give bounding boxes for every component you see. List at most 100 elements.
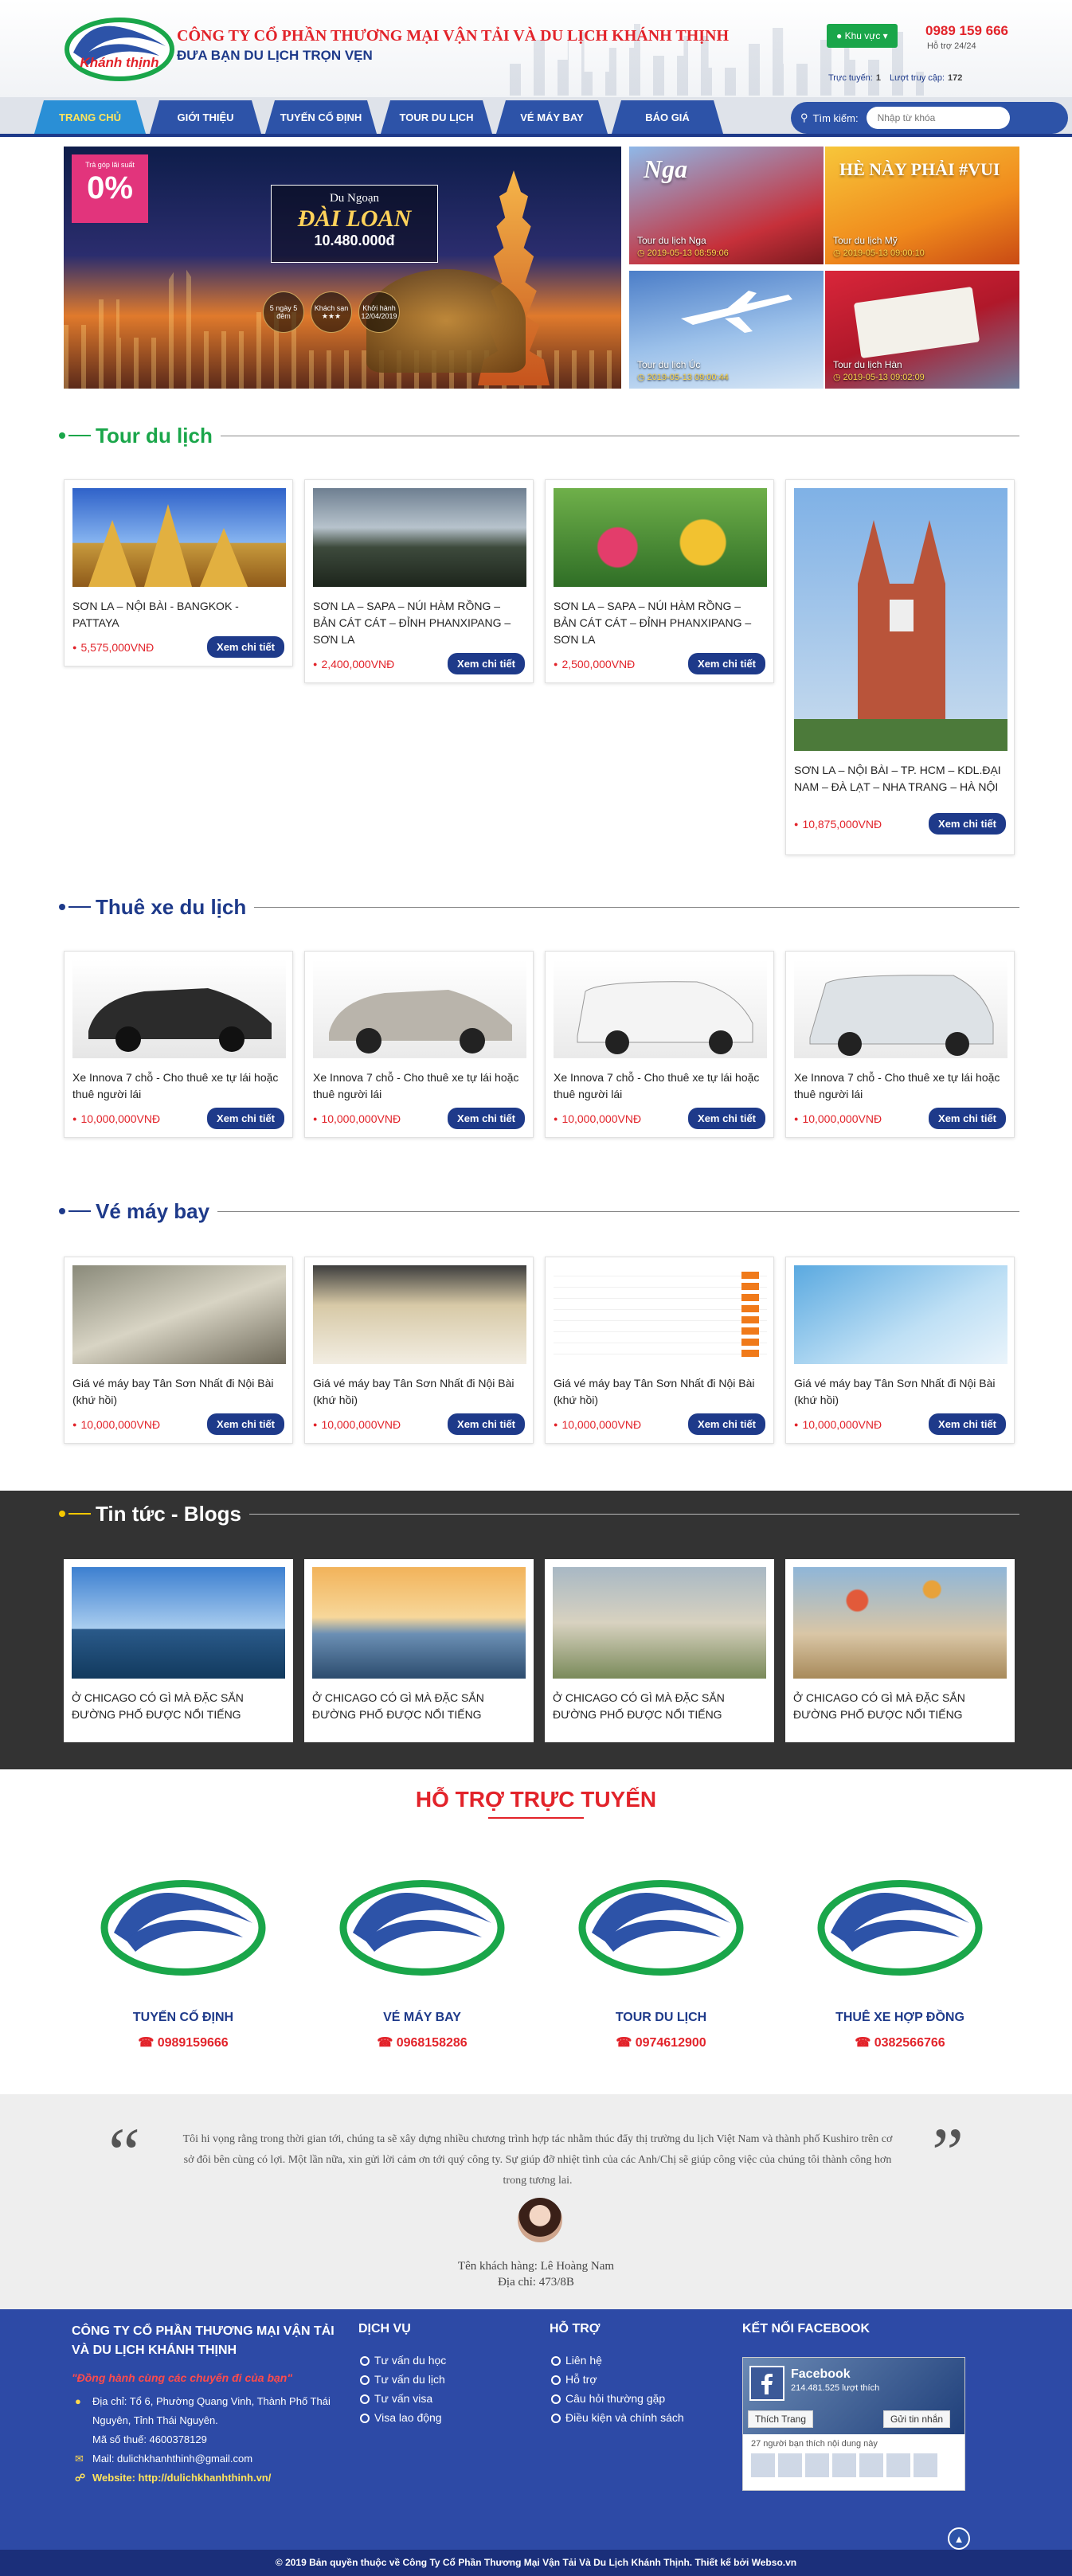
footer-link-support[interactable]: Hỗ trợ: [550, 2370, 725, 2389]
view-detail-button[interactable]: Xem chi tiết: [207, 636, 284, 658]
section-title: Tin tức - Blogs: [96, 1502, 250, 1526]
tour-card[interactable]: SƠN LA – SAPA – NÚI HÀM RỒNG – BẢN CÁT C…: [545, 479, 774, 683]
blog-image[interactable]: [312, 1567, 526, 1679]
car-name[interactable]: Xe Innova 7 chỗ - Cho thuê xe tự lái hoặ…: [72, 1069, 284, 1103]
footer-link-visa[interactable]: Tư vấn visa: [358, 2389, 534, 2408]
facebook-page-widget[interactable]: Facebook 214.481.525 lượt thích Thích Tr…: [742, 2357, 965, 2491]
car-card[interactable]: Xe Innova 7 chỗ - Cho thuê xe tự lái hoặ…: [304, 951, 534, 1138]
view-detail-button[interactable]: Xem chi tiết: [929, 813, 1006, 835]
flight-name[interactable]: Giá vé máy bay Tân Sơn Nhất đi Nội Bài (…: [554, 1375, 765, 1409]
car-name[interactable]: Xe Innova 7 chỗ - Cho thuê xe tự lái hoặ…: [313, 1069, 525, 1103]
flight-name[interactable]: Giá vé máy bay Tân Sơn Nhất đi Nội Bài (…: [72, 1375, 284, 1409]
tour-name[interactable]: SƠN LA – SAPA – NÚI HÀM RỒNG – BẢN CÁT C…: [313, 598, 525, 648]
facebook-page-name[interactable]: Facebook: [791, 2367, 851, 2382]
tour-image[interactable]: [313, 488, 526, 587]
support-logo: [817, 1880, 983, 1976]
car-image[interactable]: [794, 960, 1007, 1058]
side-slide-russia[interactable]: Nga Tour du lịch Nga ◷ 2019-05-13 08:59:…: [629, 147, 824, 264]
flight-card[interactable]: Giá vé máy bay Tân Sơn Nhất đi Nội Bài (…: [785, 1257, 1015, 1444]
view-detail-button[interactable]: Xem chi tiết: [688, 1108, 765, 1129]
blog-image[interactable]: [553, 1567, 766, 1679]
side-slide-usa[interactable]: HÈ NÀY PHẢI #VUI Tour du lịch Mỹ ◷ 2019-…: [825, 147, 1019, 264]
flight-image[interactable]: [554, 1265, 767, 1364]
nav-item-quote[interactable]: BÁO GIÁ: [612, 100, 723, 134]
flight-name[interactable]: Giá vé máy bay Tân Sơn Nhất đi Nội Bài (…: [794, 1375, 1006, 1409]
tour-name[interactable]: SƠN LA – SAPA – NÚI HÀM RỒNG – BẢN CÁT C…: [554, 598, 765, 648]
search-input[interactable]: [866, 107, 1010, 129]
customer-address: Địa chỉ: 473/8B: [498, 2276, 574, 2289]
car-card[interactable]: Xe Innova 7 chỗ - Cho thuê xe tự lái hoặ…: [545, 951, 774, 1138]
nav-item-tours[interactable]: TOUR DU LỊCH: [381, 100, 492, 134]
footer-website[interactable]: ☍ Website: http://dulichkhanhthinh.vn/: [75, 2469, 342, 2488]
tour-image[interactable]: [554, 488, 767, 587]
flight-card[interactable]: Giá vé máy bay Tân Sơn Nhất đi Nội Bài (…: [64, 1257, 293, 1444]
car-image[interactable]: [554, 960, 767, 1058]
blog-title[interactable]: Ở CHICAGO CÓ GÌ MÀ ĐẶC SẮN ĐƯỜNG PHỐ ĐƯỢ…: [553, 1690, 766, 1723]
footer-mail[interactable]: ✉ Mail: dulichkhanhthinh@gmail.com: [75, 2449, 342, 2469]
view-detail-button[interactable]: Xem chi tiết: [929, 1108, 1006, 1129]
footer-link-labor-visa[interactable]: Visa lao động: [358, 2408, 534, 2427]
view-detail-button[interactable]: Xem chi tiết: [929, 1413, 1006, 1435]
support-item-phone[interactable]: ☎ 0968158286: [319, 2035, 526, 2050]
facebook-message-button[interactable]: Gửi tin nhắn: [883, 2410, 951, 2428]
blog-title[interactable]: Ở CHICAGO CÓ GÌ MÀ ĐẶC SẮN ĐƯỜNG PHỐ ĐƯỢ…: [72, 1690, 285, 1723]
blog-card[interactable]: Ở CHICAGO CÓ GÌ MÀ ĐẶC SẮN ĐƯỜNG PHỐ ĐƯỢ…: [545, 1559, 774, 1742]
company-logo[interactable]: Khánh thịnh: [64, 18, 175, 81]
car-image[interactable]: [313, 960, 526, 1058]
header-slogan: ĐƯA BẠN DU LỊCH TRỌN VẸN: [177, 48, 373, 63]
facebook-like-button[interactable]: Thích Trang: [748, 2410, 814, 2428]
tour-name[interactable]: SƠN LA – NỘI BÀI - BANGKOK - PATTAYA: [72, 598, 284, 631]
promo-caption: Trả góp lãi suất: [85, 161, 135, 169]
link-icon: ☍: [75, 2472, 86, 2484]
car-name[interactable]: Xe Innova 7 chỗ - Cho thuê xe tự lái hoặ…: [554, 1069, 765, 1103]
nav-item-fixed-routes[interactable]: TUYẾN CỐ ĐỊNH: [265, 100, 377, 134]
flight-card[interactable]: Giá vé máy bay Tân Sơn Nhất đi Nội Bài (…: [304, 1257, 534, 1444]
support-item-phone[interactable]: ☎ 0382566766: [796, 2035, 1004, 2050]
view-detail-button[interactable]: Xem chi tiết: [207, 1108, 284, 1129]
footer-link-contact[interactable]: Liên hệ: [550, 2351, 725, 2370]
tour-name[interactable]: SƠN LA – NỘI BÀI – TP. HCM – KDL.ĐẠI NAM…: [794, 762, 1006, 795]
side-slide-korea[interactable]: Tour du lịch Hàn ◷ 2019-05-13 09:02:09: [825, 271, 1019, 389]
car-card[interactable]: Xe Innova 7 chỗ - Cho thuê xe tự lái hoặ…: [785, 951, 1015, 1138]
nav-item-about[interactable]: GIỚI THIỆU: [150, 100, 261, 134]
footer-link-travel[interactable]: Tư vấn du lịch: [358, 2370, 534, 2389]
hotline-number[interactable]: 0989 159 666: [925, 23, 1008, 39]
support-item-phone[interactable]: ☎ 0974612900: [558, 2035, 765, 2050]
blog-card[interactable]: Ở CHICAGO CÓ GÌ MÀ ĐẶC SẮN ĐƯỜNG PHỐ ĐƯỢ…: [304, 1559, 534, 1742]
side-slide-australia[interactable]: Tour du lịch Úc ◷ 2019-05-13 09:00:44: [629, 271, 824, 389]
view-detail-button[interactable]: Xem chi tiết: [207, 1413, 284, 1435]
blog-title[interactable]: Ở CHICAGO CÓ GÌ MÀ ĐẶC SẮN ĐƯỜNG PHỐ ĐƯỢ…: [793, 1690, 1007, 1723]
support-item-phone[interactable]: ☎ 0989159666: [80, 2035, 287, 2050]
flight-name[interactable]: Giá vé máy bay Tân Sơn Nhất đi Nội Bài (…: [313, 1375, 525, 1409]
view-detail-button[interactable]: Xem chi tiết: [448, 1413, 525, 1435]
tour-image[interactable]: [794, 488, 1007, 751]
view-detail-button[interactable]: Xem chi tiết: [448, 1108, 525, 1129]
footer-link-policy[interactable]: Điều kiện và chính sách: [550, 2408, 725, 2427]
flight-image[interactable]: [794, 1265, 1007, 1364]
car-name[interactable]: Xe Innova 7 chỗ - Cho thuê xe tự lái hoặ…: [794, 1069, 1006, 1103]
footer-link-study-abroad[interactable]: Tư vấn du học: [358, 2351, 534, 2370]
car-image[interactable]: [72, 960, 286, 1058]
view-detail-button[interactable]: Xem chi tiết: [688, 653, 765, 674]
nav-item-flights[interactable]: VÉ MÁY BAY: [496, 100, 608, 134]
blog-image[interactable]: [72, 1567, 285, 1679]
blog-title[interactable]: Ở CHICAGO CÓ GÌ MÀ ĐẶC SẮN ĐƯỜNG PHỐ ĐƯỢ…: [312, 1690, 526, 1723]
tour-image[interactable]: [72, 488, 286, 587]
flight-image[interactable]: [313, 1265, 526, 1364]
scroll-to-top-button[interactable]: ▲: [948, 2527, 970, 2550]
tour-card[interactable]: SƠN LA – SAPA – NÚI HÀM RỒNG – BẢN CÁT C…: [304, 479, 534, 683]
view-detail-button[interactable]: Xem chi tiết: [688, 1413, 765, 1435]
blog-card[interactable]: Ở CHICAGO CÓ GÌ MÀ ĐẶC SẮN ĐƯỜNG PHỐ ĐƯỢ…: [64, 1559, 293, 1742]
nav-item-home[interactable]: TRANG CHỦ: [34, 100, 146, 134]
footer-link-faq[interactable]: Câu hỏi thường gặp: [550, 2389, 725, 2408]
view-detail-button[interactable]: Xem chi tiết: [448, 653, 525, 674]
flight-card[interactable]: Giá vé máy bay Tân Sơn Nhất đi Nội Bài (…: [545, 1257, 774, 1444]
tour-card[interactable]: SƠN LA – NỘI BÀI - BANGKOK - PATTAYA 5,5…: [64, 479, 293, 666]
blog-image[interactable]: [793, 1567, 1007, 1679]
flight-image[interactable]: [72, 1265, 286, 1364]
hero-main-slide[interactable]: Trả góp lãi suất 0% Du Ngoạn ĐÀI LOAN 10…: [64, 147, 621, 389]
blog-card[interactable]: Ở CHICAGO CÓ GÌ MÀ ĐẶC SẮN ĐƯỜNG PHỐ ĐƯỢ…: [785, 1559, 1015, 1742]
tour-card[interactable]: SƠN LA – NỘI BÀI – TP. HCM – KDL.ĐẠI NAM…: [785, 479, 1015, 855]
car-card[interactable]: Xe Innova 7 chỗ - Cho thuê xe tự lái hoặ…: [64, 951, 293, 1138]
region-dropdown-button[interactable]: ● Khu vực ▾: [827, 24, 898, 48]
